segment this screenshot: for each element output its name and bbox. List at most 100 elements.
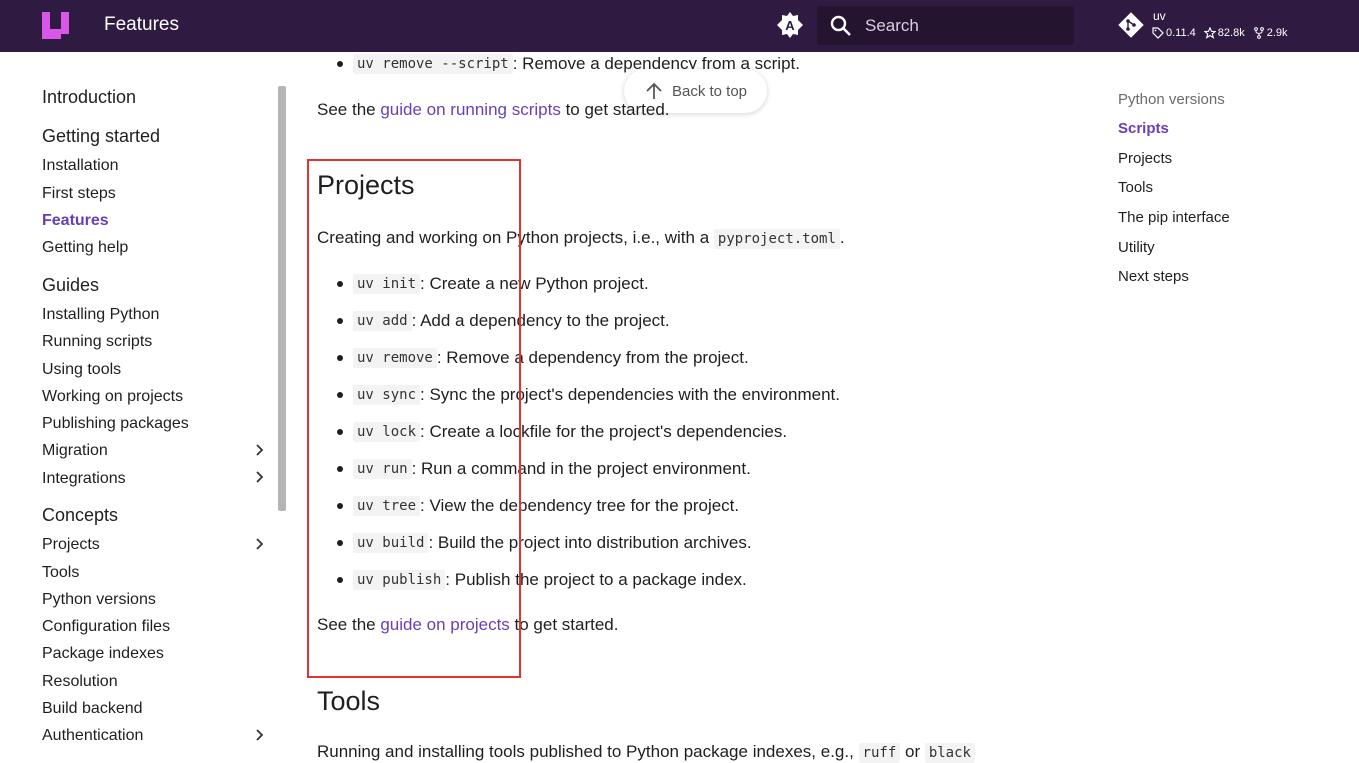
nav-item-working-on-projects[interactable]: Working on projects [42, 388, 272, 406]
nav-section-concepts[interactable]: Concepts [42, 505, 118, 526]
sidebar-scrollbar[interactable] [278, 86, 286, 511]
list-item: uv publish: Publish the project to a pac… [337, 570, 747, 590]
toc-item-python-versions[interactable]: Python versions [1118, 91, 1225, 108]
nav-item-authentication[interactable]: Authentication [42, 727, 272, 745]
repo-forks-text: 2.9k [1266, 27, 1288, 39]
search-box[interactable] [817, 6, 1074, 45]
repo-forks: 2.9k [1253, 27, 1288, 39]
list-item: uv init: Create a new Python project. [337, 274, 649, 294]
guide-projects-link[interactable]: guide on projects [380, 615, 509, 634]
chevron-right-icon[interactable] [252, 728, 266, 742]
toc-item-scripts[interactable]: Scripts [1118, 120, 1169, 137]
fork-icon [1253, 27, 1264, 39]
code-snippet: uv lock [353, 422, 421, 442]
nav-item-using-tools[interactable]: Using tools [42, 361, 272, 379]
nav-item-projects[interactable]: Projects [42, 536, 272, 554]
code-snippet: uv remove --script [353, 54, 513, 74]
repo-facts: 0.11.4 82.8k 2.9k [1152, 27, 1288, 39]
chevron-right-icon[interactable] [252, 470, 266, 484]
code-snippet: black [924, 743, 975, 763]
repo-stars-text: 82.8k [1217, 27, 1245, 39]
list-item-text: : Build the project into distribution ar… [428, 533, 752, 552]
guide-running-scripts-link[interactable]: guide on running scripts [380, 100, 561, 119]
toc-item-tools[interactable]: Tools [1118, 179, 1153, 196]
bullet [337, 318, 343, 324]
bullet [337, 355, 343, 361]
text: See the [317, 615, 381, 634]
repo-name: uv [1153, 9, 1166, 23]
nav-item-resolution[interactable]: Resolution [42, 673, 272, 691]
bullet [337, 61, 343, 67]
search-input[interactable] [865, 6, 1065, 45]
text: . [839, 228, 845, 247]
list-item-text: : View the dependency tree for the proje… [420, 496, 740, 515]
list-item-text: : Run a command in the project environme… [411, 459, 751, 478]
svg-text:A: A [785, 18, 795, 33]
list-item-text: : Create a new Python project. [420, 274, 649, 293]
nav-item-installation[interactable]: Installation [42, 157, 272, 175]
bullet [337, 392, 343, 398]
nav-item-publishing-packages[interactable]: Publishing packages [42, 415, 272, 433]
page-title: Features [104, 14, 179, 35]
bullet [337, 540, 343, 546]
nav-section-getting-started[interactable]: Getting started [42, 126, 160, 147]
paragraph: Creating and working on Python projects,… [317, 228, 845, 249]
code-snippet: uv init [353, 274, 421, 294]
paragraph: See the guide on projects to get started… [317, 615, 619, 635]
search-icon [830, 15, 851, 36]
code-snippet: uv add [353, 311, 412, 331]
nav-item-integrations[interactable]: Integrations [42, 470, 272, 488]
code-snippet: uv run [353, 459, 412, 479]
toc-item-pip-interface[interactable]: The pip interface [1118, 209, 1230, 226]
theme-toggle-icon[interactable]: A [777, 12, 803, 38]
toc-item-projects[interactable]: Projects [1118, 150, 1172, 167]
star-icon [1203, 27, 1216, 39]
section-heading-tools: Tools [317, 686, 381, 716]
left-sidebar: Introduction Getting started Installatio… [0, 52, 300, 756]
arrow-up-icon [646, 82, 662, 99]
repo-version-text: 0.11.4 [1166, 27, 1196, 39]
chevron-right-icon[interactable] [252, 443, 266, 457]
code-snippet: uv publish [353, 570, 446, 590]
toc-item-next-steps[interactable]: Next steps [1118, 268, 1189, 285]
toc-item-utility[interactable]: Utility [1118, 239, 1155, 256]
nav-item-getting-help[interactable]: Getting help [42, 239, 272, 257]
nav-item-python-versions[interactable]: Python versions [42, 591, 272, 609]
nav-item-running-scripts[interactable]: Running scripts [42, 333, 272, 351]
text: to get started. [509, 615, 619, 634]
repo-link[interactable]: uv 0.11.4 82.8k 2.9k [1118, 8, 1338, 44]
nav-introduction[interactable]: Introduction [42, 87, 136, 108]
code-snippet: pyproject.toml [713, 229, 840, 249]
git-icon [1118, 12, 1144, 38]
list-item: uv remove: Remove a dependency from the … [337, 348, 749, 368]
chevron-right-icon[interactable] [252, 537, 266, 551]
code-snippet: uv remove [353, 348, 437, 368]
nav-item-features[interactable]: Features [42, 212, 272, 230]
list-item-text: : Add a dependency to the project. [411, 311, 670, 330]
nav-item-installing-python[interactable]: Installing Python [42, 306, 272, 324]
text: See the [317, 100, 381, 119]
nav-item-first-steps[interactable]: First steps [42, 185, 272, 203]
list-item-text: : Remove a dependency from the project. [436, 348, 749, 367]
nav-item-tools[interactable]: Tools [42, 564, 272, 582]
list-item: uv add: Add a dependency to the project. [337, 311, 670, 331]
section-heading-projects: Projects [317, 170, 415, 200]
bullet [337, 503, 343, 509]
code-snippet: uv sync [353, 385, 421, 405]
bullet [337, 281, 343, 287]
bullet [337, 429, 343, 435]
nav-item-package-indexes[interactable]: Package indexes [42, 645, 272, 663]
back-to-top-label: Back to top [671, 82, 748, 100]
bullet [337, 577, 343, 583]
uv-logo-icon[interactable] [42, 12, 69, 39]
nav-section-guides[interactable]: Guides [42, 275, 99, 296]
repo-version: 0.11.4 [1152, 27, 1196, 39]
code-snippet: uv build [353, 533, 429, 553]
text: Running and installing tools published t… [317, 742, 859, 761]
text: to get started. [560, 100, 670, 119]
nav-item-migration[interactable]: Migration [42, 442, 272, 460]
nav-item-configuration-files[interactable]: Configuration files [42, 618, 272, 636]
paragraph: Running and installing tools published t… [317, 742, 975, 763]
paragraph: See the guide on running scripts to get … [317, 100, 670, 120]
nav-item-build-backend[interactable]: Build backend [42, 700, 272, 718]
